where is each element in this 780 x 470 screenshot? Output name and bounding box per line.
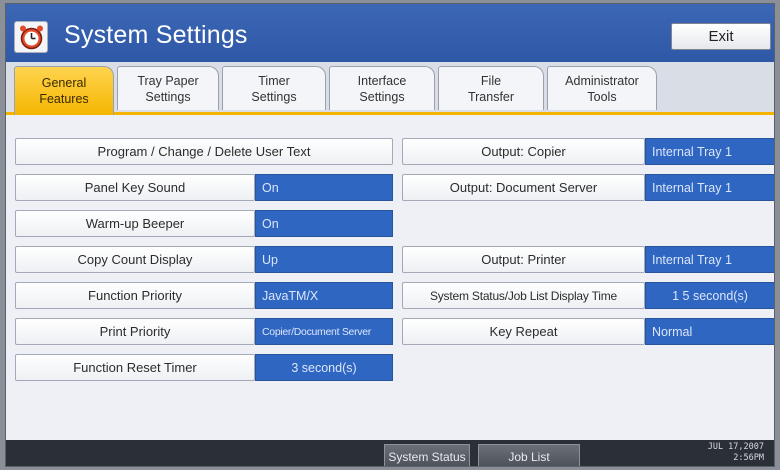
setting-label[interactable]: System Status/Job List Display Time	[402, 282, 645, 309]
setting-panel-key-sound[interactable]: Panel Key Sound On	[15, 174, 393, 201]
setting-label[interactable]: Program / Change / Delete User Text	[15, 138, 393, 165]
time-text: 2:56PM	[733, 453, 764, 463]
setting-label[interactable]: Output: Document Server	[402, 174, 645, 201]
setting-output-copier[interactable]: Output: Copier Internal Tray 1	[402, 138, 774, 165]
setting-value[interactable]: Internal Tray 1	[645, 138, 774, 165]
setting-value[interactable]: Internal Tray 1	[645, 246, 774, 273]
setting-value[interactable]: On	[255, 174, 393, 201]
setting-label[interactable]: Function Priority	[15, 282, 255, 309]
status-bar: System Status Job List JUL 17,2007 2:56P…	[6, 440, 774, 466]
setting-label[interactable]: Function Reset Timer	[15, 354, 255, 381]
tab-timer-settings[interactable]: Timer Settings	[222, 66, 326, 110]
exit-button[interactable]: Exit	[671, 23, 771, 50]
system-settings-screen: System Settings Exit General Features Tr…	[5, 3, 775, 467]
setting-function-reset-timer[interactable]: Function Reset Timer 3 second(s)	[15, 354, 393, 381]
tab-tray-paper-settings[interactable]: Tray Paper Settings	[117, 66, 219, 110]
alarm-clock-icon	[14, 21, 48, 53]
setting-label[interactable]: Copy Count Display	[15, 246, 255, 273]
setting-output-document-server[interactable]: Output: Document Server Internal Tray 1	[402, 174, 774, 201]
setting-warm-up-beeper[interactable]: Warm-up Beeper On	[15, 210, 393, 237]
date-time-display: JUL 17,2007 2:56PM	[684, 442, 764, 464]
settings-panel: Program / Change / Delete User Text Pane…	[6, 115, 774, 440]
setting-label[interactable]: Panel Key Sound	[15, 174, 255, 201]
tab-interface-settings[interactable]: Interface Settings	[329, 66, 435, 110]
setting-user-text[interactable]: Program / Change / Delete User Text	[15, 138, 393, 165]
setting-label[interactable]: Print Priority	[15, 318, 255, 345]
setting-job-list-display-time[interactable]: System Status/Job List Display Time 1 5 …	[402, 282, 774, 309]
title-bar: System Settings Exit	[6, 4, 774, 70]
tab-file-transfer[interactable]: File Transfer	[438, 66, 544, 110]
setting-key-repeat[interactable]: Key Repeat Normal	[402, 318, 774, 345]
setting-value[interactable]: Normal	[645, 318, 774, 345]
tab-general-features[interactable]: General Features	[14, 66, 114, 115]
setting-value[interactable]: Up	[255, 246, 393, 273]
tab-administrator-tools[interactable]: Administrator Tools	[547, 66, 657, 110]
job-list-button[interactable]: Job List	[478, 444, 580, 466]
system-status-button[interactable]: System Status	[384, 444, 470, 466]
setting-copy-count-display[interactable]: Copy Count Display Up	[15, 246, 393, 273]
setting-label[interactable]: Key Repeat	[402, 318, 645, 345]
setting-value[interactable]: 3 second(s)	[255, 354, 393, 381]
tab-bar: General Features Tray Paper Settings Tim…	[6, 62, 774, 115]
setting-label[interactable]: Output: Printer	[402, 246, 645, 273]
setting-label[interactable]: Warm-up Beeper	[15, 210, 255, 237]
page-title: System Settings	[64, 21, 248, 49]
setting-value[interactable]: JavaTM/X	[255, 282, 393, 309]
setting-value[interactable]: Internal Tray 1	[645, 174, 774, 201]
setting-value[interactable]: On	[255, 210, 393, 237]
date-text: JUL 17,2007	[707, 442, 764, 452]
setting-function-priority[interactable]: Function Priority JavaTM/X	[15, 282, 393, 309]
setting-label[interactable]: Output: Copier	[402, 138, 645, 165]
setting-print-priority[interactable]: Print Priority Copier/Document Server	[15, 318, 393, 345]
setting-output-printer[interactable]: Output: Printer Internal Tray 1	[402, 246, 774, 273]
setting-value[interactable]: Copier/Document Server	[255, 318, 393, 345]
setting-value[interactable]: 1 5 second(s)	[645, 282, 774, 309]
